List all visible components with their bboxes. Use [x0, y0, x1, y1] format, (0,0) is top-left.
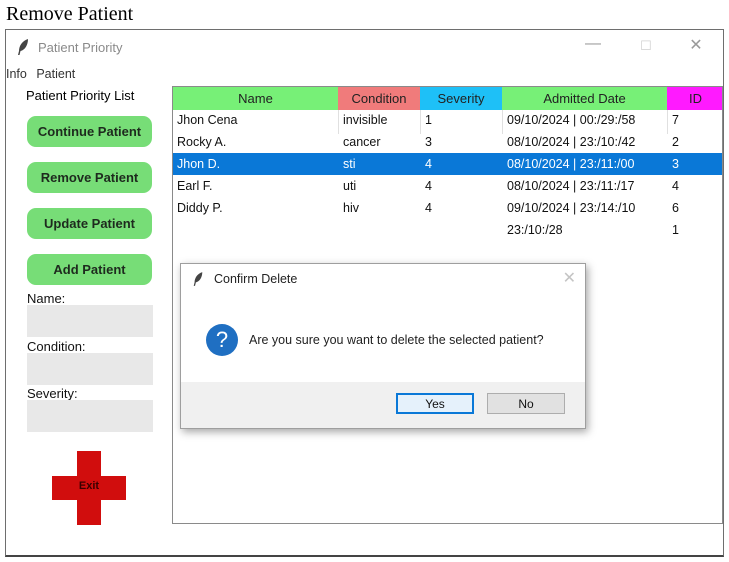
close-button[interactable]: ✕: [681, 35, 711, 55]
menu-bar: Info Patient: [6, 67, 81, 83]
column-header-severity[interactable]: Severity: [420, 87, 502, 110]
cell-admitted-date: 09/10/2024 | 23:/14:/10: [507, 201, 636, 215]
maximize-button[interactable]: ☐: [631, 38, 661, 54]
cell-severity: 1: [425, 113, 432, 127]
exit-button[interactable]: Exit: [52, 451, 126, 525]
column-header-condition[interactable]: Condition: [338, 87, 420, 110]
cell-name: Jhon Cena: [177, 113, 238, 127]
cell-name: Rocky A.: [177, 135, 227, 149]
dialog-close-button[interactable]: ✕: [563, 268, 576, 288]
exit-label: Exit: [78, 480, 100, 492]
name-field[interactable]: [27, 305, 153, 337]
dialog-footer: Yes No: [181, 382, 585, 428]
table-row[interactable]: Jhon D. sti 4 08/10/2024 | 23:/11:/00 3: [173, 153, 722, 175]
menu-info[interactable]: Info: [6, 67, 27, 81]
condition-label: Condition:: [27, 339, 86, 354]
cell-admitted-date: 23:/10:/28: [507, 223, 563, 237]
sidebar-title: Patient Priority List: [26, 88, 135, 103]
cell-name: Earl F.: [177, 179, 213, 193]
dialog-body: ? Are you sure you want to delete the se…: [181, 292, 585, 382]
cell-admitted-date: 09/10/2024 | 00:/29:/58: [507, 113, 636, 127]
condition-field[interactable]: [27, 353, 153, 385]
no-button[interactable]: No: [487, 393, 565, 414]
dialog-title-bar: Confirm Delete ✕: [181, 264, 585, 292]
confirm-delete-dialog: Confirm Delete ✕ ? Are you sure you want…: [180, 263, 586, 429]
cell-id: 6: [672, 201, 679, 215]
severity-field[interactable]: [27, 400, 153, 432]
cell-condition: hiv: [343, 201, 359, 215]
cell-condition: sti: [343, 157, 356, 171]
feather-icon: [193, 272, 203, 286]
column-header-name[interactable]: Name: [173, 87, 338, 110]
column-header-admitted-date[interactable]: Admitted Date: [502, 87, 667, 110]
title-bar: Patient Priority — ☐ ✕: [6, 30, 723, 66]
severity-label: Severity:: [27, 386, 78, 401]
cell-condition: cancer: [343, 135, 381, 149]
dialog-message: Are you sure you want to delete the sele…: [249, 333, 544, 347]
table-row[interactable]: 23:/10:/28 1: [173, 219, 722, 241]
cell-severity: 4: [425, 179, 432, 193]
table-row[interactable]: Rocky A. cancer 3 08/10/2024 | 23:/10:/42 2: [173, 131, 722, 153]
cell-severity: 4: [425, 201, 432, 215]
cell-condition: uti: [343, 179, 357, 193]
remove-patient-button[interactable]: Remove Patient: [27, 162, 152, 193]
column-header-id[interactable]: ID: [667, 87, 722, 110]
cell-id: 3: [672, 157, 679, 171]
table-row[interactable]: Jhon Cena invisible 1 09/10/2024 | 00:/29:/…: [173, 109, 722, 131]
cell-id: 2: [672, 135, 679, 149]
name-label: Name:: [27, 291, 66, 306]
cell-condition: invisible: [343, 113, 388, 127]
cell-name: Jhon D.: [177, 157, 221, 171]
minimize-button[interactable]: —: [578, 35, 608, 53]
yes-button[interactable]: Yes: [396, 393, 474, 414]
cell-severity: 3: [425, 135, 432, 149]
cell-admitted-date: 08/10/2024 | 23:/11:/00: [507, 157, 635, 171]
table-row[interactable]: Earl F. uti 4 08/10/2024 | 23:/11:/17 4: [173, 175, 722, 197]
cell-id: 7: [672, 113, 679, 127]
question-icon: ?: [206, 324, 238, 356]
cell-id: 1: [672, 223, 679, 237]
cell-id: 4: [672, 179, 679, 193]
dialog-title: Confirm Delete: [214, 272, 298, 286]
cell-admitted-date: 08/10/2024 | 23:/11:/17: [507, 179, 635, 193]
app-window: Patient Priority — ☐ ✕ Info Patient Pati…: [5, 29, 724, 557]
cell-severity: 4: [425, 157, 432, 171]
table-header: Name Condition Severity Admitted Date ID: [173, 87, 722, 110]
feather-icon: [18, 39, 28, 55]
document-caption: Remove Patient: [6, 3, 134, 25]
menu-patient[interactable]: Patient: [36, 67, 75, 81]
continue-patient-button[interactable]: Continue Patient: [27, 116, 152, 147]
add-patient-button[interactable]: Add Patient: [27, 254, 152, 285]
update-patient-button[interactable]: Update Patient: [27, 208, 152, 239]
table-row[interactable]: Diddy P. hiv 4 09/10/2024 | 23:/14:/10 6: [173, 197, 722, 219]
window-title: Patient Priority: [38, 40, 123, 55]
cell-name: Diddy P.: [177, 201, 223, 215]
cell-admitted-date: 08/10/2024 | 23:/10:/42: [507, 135, 636, 149]
